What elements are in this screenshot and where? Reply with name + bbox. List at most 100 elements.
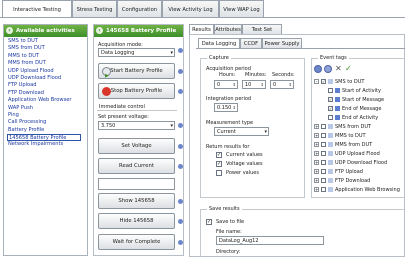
tab-configuration[interactable]: Configuration — [117, 0, 162, 18]
event-tag-row[interactable]: ✓ Start of Message — [314, 96, 384, 104]
event-tag-icon[interactable] — [178, 219, 183, 224]
file-name-input[interactable]: DataLog_Aug12 — [216, 236, 324, 245]
spinner-icon[interactable]: ⇕ — [233, 81, 236, 89]
activity-list-item[interactable]: Application Web Browser — [7, 97, 87, 104]
activity-list-item[interactable]: 145658 Battery Profile — [7, 134, 81, 142]
event-tag-checkbox[interactable] — [321, 133, 326, 138]
expand-icon[interactable]: + — [314, 124, 319, 129]
event-tag-row[interactable]: ✓ End of Message — [314, 105, 381, 113]
event-tag-checkbox[interactable]: ✓ — [328, 97, 333, 102]
event-tag-row[interactable]: + UDP Download Flood — [314, 159, 387, 167]
event-tag-row[interactable]: + SMS from DUT — [314, 123, 371, 131]
folder-icon — [328, 133, 333, 138]
spinner-icon[interactable]: ⇕ — [233, 104, 236, 112]
directory-label: Directory: — [216, 249, 241, 255]
event-tag-icon[interactable] — [178, 48, 183, 53]
activity-list-item[interactable]: UDP Download Flood — [7, 75, 87, 82]
event-tag-row[interactable]: + FTP Upload — [314, 168, 363, 176]
stop-battery-profile-button[interactable]: Stop Battery Profile — [98, 83, 175, 99]
tab-interactive-testing[interactable]: Interactive Testing — [2, 0, 72, 18]
event-tag-row[interactable]: + Application Web Browsing — [314, 186, 400, 194]
remove-tag-icon[interactable] — [324, 65, 332, 73]
event-tag-row[interactable]: + FTP Download — [314, 177, 370, 185]
chevron-left-icon[interactable]: ‹ — [96, 27, 103, 34]
set-voltage-button[interactable]: Set Voltage — [98, 138, 175, 154]
event-tag-checkbox[interactable] — [321, 169, 326, 174]
minutes-value: 10 — [245, 82, 252, 88]
activity-list-item[interactable]: SMS to DUT — [7, 38, 87, 45]
activity-list-item[interactable]: UDP Upload Flood — [7, 68, 87, 75]
activity-list-item[interactable]: FTP Download — [7, 90, 87, 97]
event-tag-icon[interactable] — [178, 164, 183, 169]
hours-input[interactable]: 0 ⇕ — [214, 80, 238, 89]
close-icon[interactable]: ✕ — [335, 64, 342, 73]
expand-icon[interactable]: + — [314, 187, 319, 192]
expand-icon[interactable]: + — [314, 142, 319, 147]
chevron-left-icon[interactable]: ‹ — [6, 27, 13, 34]
activity-list-item[interactable]: MMS to DUT — [7, 53, 87, 60]
event-tag-row[interactable]: End of Activity — [314, 114, 378, 122]
current-values-checkbox[interactable]: ✓ — [216, 152, 222, 158]
acquisition-mode-select[interactable]: Data Logging ▾ — [98, 48, 175, 57]
collapse-icon[interactable]: - — [314, 79, 319, 84]
event-tag-checkbox[interactable] — [328, 115, 333, 120]
event-tag-row[interactable]: Start of Activity — [314, 87, 381, 95]
spinner-icon[interactable]: ⇕ — [289, 81, 292, 89]
activity-list-item[interactable]: Ping — [7, 112, 87, 119]
save-to-file-checkbox[interactable]: ✓ — [206, 219, 212, 225]
event-tag-checkbox[interactable]: ✓ — [321, 79, 326, 84]
event-tag-icon[interactable] — [178, 69, 183, 74]
activity-list-item[interactable]: Battery Profile — [7, 127, 87, 134]
expand-icon[interactable]: + — [314, 169, 319, 174]
event-tag-icon[interactable] — [178, 144, 183, 149]
minutes-input[interactable]: 10 ⇕ — [242, 80, 266, 89]
event-icon — [335, 97, 340, 102]
activity-list-item[interactable]: SMS from DUT — [7, 45, 87, 52]
event-tag-row[interactable]: + MMS from DUT — [314, 141, 372, 149]
read-current-button[interactable]: Read Current — [98, 158, 175, 174]
event-tag-checkbox[interactable] — [321, 160, 326, 165]
expand-icon[interactable]: + — [314, 151, 319, 156]
event-tag-icon[interactable] — [178, 199, 183, 204]
event-tag-icon[interactable] — [178, 240, 183, 245]
wait-for-complete-button[interactable]: Wait for Complete — [98, 234, 175, 250]
activity-list-item[interactable]: Network Impairments — [7, 141, 87, 148]
tab-view-wap-log[interactable]: View WAP Log — [219, 0, 264, 18]
event-tag-checkbox[interactable] — [321, 142, 326, 147]
event-tag-row[interactable]: + UDP Upload Flood — [314, 150, 380, 158]
event-tags-tree: - ✓ SMS to DUT Start of Activity ✓ Start of M… — [314, 78, 405, 196]
expand-icon[interactable]: + — [314, 178, 319, 183]
event-tag-row[interactable]: + MMS to DUT — [314, 132, 366, 140]
event-tag-checkbox[interactable] — [328, 88, 333, 93]
add-tag-icon[interactable] — [314, 65, 322, 73]
event-tag-icon[interactable] — [178, 123, 183, 128]
power-values-checkbox[interactable] — [216, 170, 222, 176]
show-145658-button[interactable]: Show 145658 — [98, 193, 175, 209]
activity-list-item[interactable]: WAP Push — [7, 105, 87, 112]
start-battery-profile-button[interactable]: ▶ Start Battery Profile — [98, 63, 175, 79]
event-tag-checkbox[interactable] — [321, 178, 326, 183]
seconds-input[interactable]: 0 ⇕ — [270, 80, 294, 89]
measurement-type-select[interactable]: Current ▾ — [214, 127, 269, 136]
tab-view-activity-log[interactable]: View Activity Log — [162, 0, 219, 18]
event-tag-checkbox[interactable] — [321, 187, 326, 192]
activity-list-item[interactable]: FTP Upload — [7, 82, 87, 89]
activity-list-item[interactable]: MMS from DUT — [7, 60, 87, 67]
hide-145658-button[interactable]: Hide 145658 — [98, 213, 175, 229]
event-tag-icon[interactable] — [178, 89, 183, 94]
integration-period-input[interactable]: 0.150 ⇕ — [214, 103, 238, 112]
set-voltage-label: Set Voltage — [121, 143, 152, 149]
event-tag-checkbox[interactable]: ✓ — [328, 106, 333, 111]
folder-icon — [328, 187, 333, 192]
voltage-values-checkbox[interactable]: ✓ — [216, 161, 222, 167]
check-icon[interactable]: ✓ — [345, 64, 352, 73]
expand-icon[interactable]: + — [314, 133, 319, 138]
activity-list-item[interactable]: Call Processing — [7, 119, 87, 126]
present-voltage-input[interactable]: 3.750 ▾ — [98, 121, 175, 130]
spinner-icon[interactable]: ⇕ — [261, 81, 264, 89]
event-tag-checkbox[interactable] — [321, 124, 326, 129]
event-tag-row[interactable]: - ✓ SMS to DUT — [314, 78, 364, 86]
event-tag-checkbox[interactable] — [321, 151, 326, 156]
tab-stress-testing[interactable]: Stress Testing — [72, 0, 117, 18]
expand-icon[interactable]: + — [314, 160, 319, 165]
